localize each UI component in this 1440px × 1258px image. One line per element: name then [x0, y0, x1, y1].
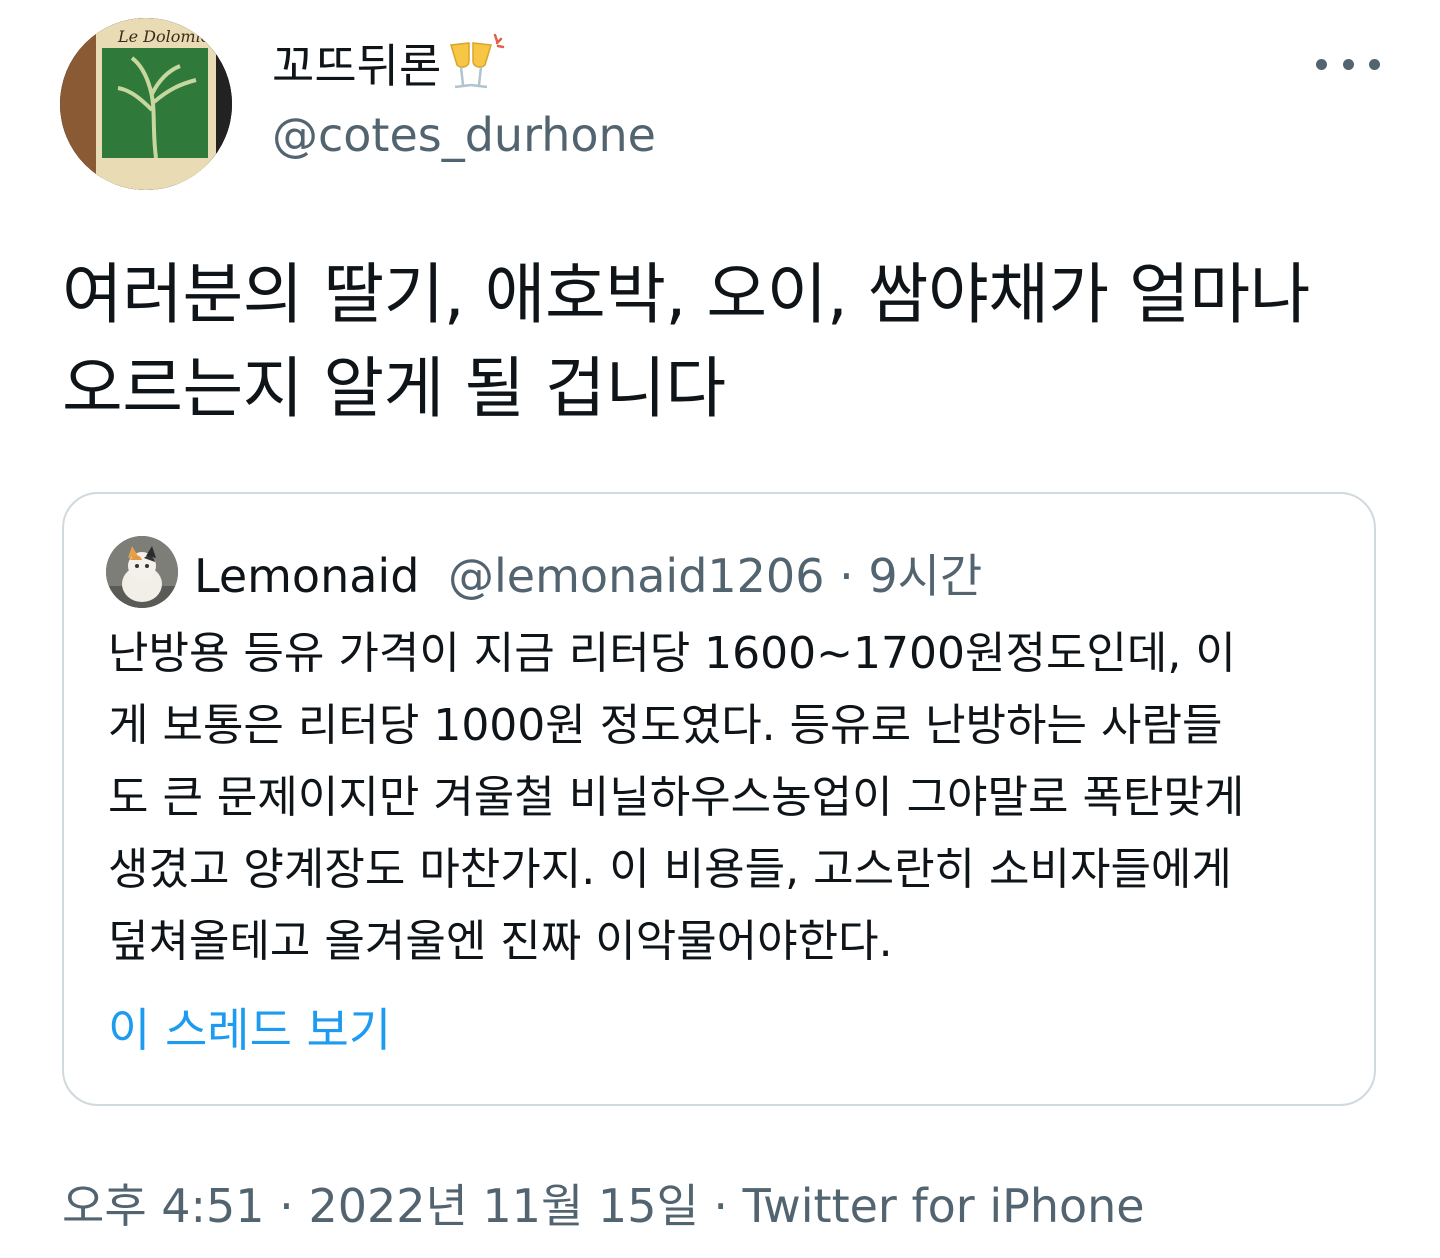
- quoted-author-avatar[interactable]: [106, 536, 178, 608]
- more-options-icon-dot: [1369, 58, 1380, 70]
- quoted-separator: ·: [824, 549, 869, 603]
- more-options-icon: [1316, 58, 1327, 70]
- tweet-text: 여러분의 딸기, 애호박, 오이, 쌈야채가 얼마나 오르는지 알게 될 겁니다: [62, 256, 1310, 427]
- quoted-text-line: 난방용 등유 가격이 지금 리터당 1600~1700원정도인데, 이: [108, 628, 1236, 679]
- quoted-tweet-header: Lemonaid @lemonaid1206 · 9시간: [194, 540, 982, 606]
- clinking-glasses-icon: [445, 31, 507, 95]
- quoted-author-name[interactable]: Lemonaid: [194, 549, 419, 603]
- quoted-author-handle[interactable]: @lemonaid1206: [448, 549, 824, 603]
- svg-text:Le Dolomie: Le Dolomie: [117, 27, 210, 46]
- quoted-text-line: 도 큰 문제이지만 겨울철 비닐하우스농업이 그야말로 폭탄맞게: [108, 772, 1245, 823]
- more-options-icon-dot: [1342, 58, 1354, 70]
- cat-avatar-image: [106, 536, 178, 608]
- tweet-time[interactable]: 오후 4:51: [62, 1179, 265, 1233]
- tweet-source-link[interactable]: Twitter for iPhone: [743, 1179, 1145, 1233]
- quoted-tweet-card[interactable]: Lemonaid @lemonaid1206 · 9시간 난방용 등유 가격이 …: [62, 492, 1376, 1106]
- meta-separator: ·: [698, 1179, 743, 1233]
- quoted-text-line: 생겼고 양계장도 마찬가지. 이 비용들, 고스란히 소비자들에게: [108, 844, 1232, 895]
- quoted-text-line: 게 보통은 리터당 1000원 정도였다. 등유로 난방하는 사람들: [108, 700, 1223, 751]
- quoted-tweet-text: 난방용 등유 가격이 지금 리터당 1600~1700원정도인데, 이 게 보통…: [108, 618, 1348, 978]
- quoted-tweet-time: 9시간: [868, 549, 983, 603]
- show-thread-link[interactable]: 이 스레드 보기: [108, 994, 391, 1060]
- author-avatar[interactable]: Le Dolomie: [60, 18, 232, 190]
- author-display-name[interactable]: 꼬뜨뒤론: [272, 30, 441, 96]
- tweet-meta: 오후 4:51 · 2022년 11월 15일 · Twitter for iP…: [62, 1170, 1145, 1236]
- tweet-detail: Le Dolomie 꼬뜨뒤론 @cotes_durhone 여러분의 딸기, …: [0, 0, 1440, 1258]
- author-display-name-row[interactable]: 꼬뜨뒤론: [272, 30, 507, 96]
- author-handle[interactable]: @cotes_durhone: [272, 108, 656, 162]
- wine-bottle-avatar-image: Le Dolomie: [60, 18, 232, 190]
- meta-separator: ·: [264, 1179, 309, 1233]
- more-options-button[interactable]: [1316, 44, 1380, 84]
- tweet-date[interactable]: 2022년 11월 15일: [308, 1179, 698, 1233]
- quoted-text-line: 덮쳐올테고 올겨울엔 진짜 이악물어야한다.: [108, 916, 893, 967]
